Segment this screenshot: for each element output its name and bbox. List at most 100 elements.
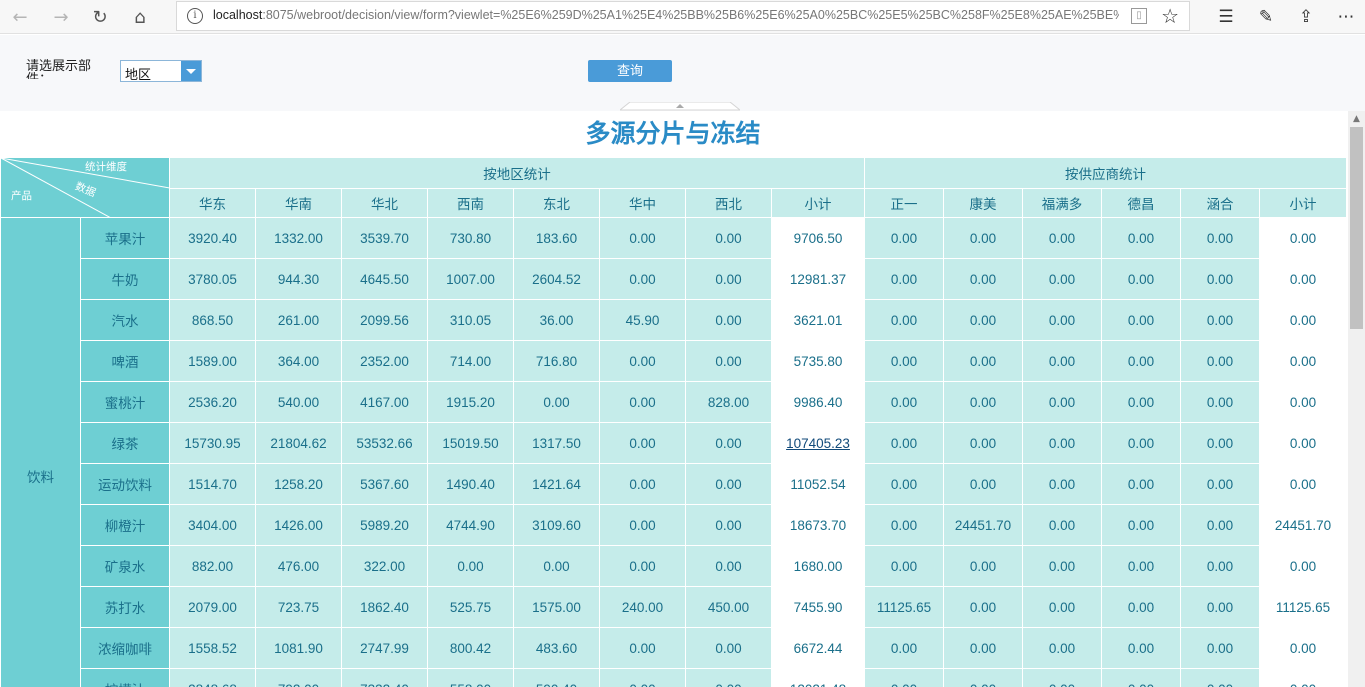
- region-subtotal-cell: 11052.54: [771, 463, 865, 505]
- supplier-value-cell: 0.00: [1101, 299, 1181, 341]
- supplier-subtotal-cell: 0.00: [1258, 422, 1346, 464]
- supplier-value-cell: 0.00: [943, 463, 1023, 505]
- region-value-cell: 0.00: [599, 381, 686, 423]
- supplier-value-cell: 0.00: [943, 545, 1023, 587]
- table-row: 啤酒 1589.00 364.00 2352.00 714.00 716.80 0.00 0.…: [1, 340, 1346, 382]
- home-icon[interactable]: ⌂: [126, 3, 154, 31]
- supplier-value-cell: 0.00: [864, 668, 944, 687]
- url-text[interactable]: localhost:8075/webroot/decision/view/for…: [213, 8, 1119, 22]
- pen-notes-icon[interactable]: ✎: [1252, 3, 1280, 31]
- region-value-cell: 1081.90: [255, 627, 342, 669]
- region-value-cell: 21804.62: [255, 422, 342, 464]
- region-value-cell: 0.00: [513, 545, 600, 587]
- region-subtotal-cell: 1680.00: [771, 545, 865, 587]
- region-value-cell: 2352.00: [341, 340, 428, 382]
- component-select[interactable]: 地区: [120, 60, 202, 82]
- region-value-cell: 45.90: [599, 299, 686, 341]
- region-value-cell: 716.80: [513, 340, 600, 382]
- region-value-cell: 3780.05: [169, 258, 256, 300]
- column-header-supplier: 涵合: [1180, 188, 1260, 218]
- address-bar[interactable]: i localhost:8075/webroot/decision/view/f…: [176, 1, 1190, 31]
- table-row: 蜜桃汁 2536.20 540.00 4167.00 1915.20 0.00 0.00 82…: [1, 381, 1346, 423]
- supplier-value-cell: 0.00: [864, 299, 944, 341]
- chevron-down-icon[interactable]: [181, 61, 201, 81]
- supplier-value-cell: 0.00: [1101, 340, 1181, 382]
- supplier-subtotal-cell: 0.00: [1258, 545, 1346, 587]
- supplier-value-cell: 0.00: [1180, 217, 1260, 259]
- corner-label-dimension: 统计维度: [85, 161, 127, 173]
- region-value-cell: 0.00: [685, 258, 772, 300]
- query-button[interactable]: 查询: [588, 60, 672, 82]
- vertical-scrollbar[interactable]: ▲: [1348, 111, 1365, 687]
- supplier-value-cell: 0.00: [864, 463, 944, 505]
- parameter-panel: 请选展示部件： 地区 查询: [0, 35, 1365, 111]
- region-value-cell: 1332.00: [255, 217, 342, 259]
- supplier-value-cell: 0.00: [1180, 545, 1260, 587]
- refresh-icon[interactable]: ↻: [86, 3, 114, 31]
- url-path: :8075/webroot/decision/view/form?viewlet…: [262, 8, 1119, 22]
- region-value-cell: 714.00: [427, 340, 514, 382]
- region-value-cell: 0.00: [599, 422, 686, 464]
- region-subtotal-cell: 9986.40: [771, 381, 865, 423]
- scroll-up-icon[interactable]: ▲: [1348, 111, 1365, 127]
- collapse-panel-icon[interactable]: [620, 102, 740, 111]
- supplier-value-cell: 0.00: [1180, 340, 1260, 382]
- region-value-cell: 0.00: [599, 258, 686, 300]
- supplier-value-cell: 0.00: [1101, 504, 1181, 546]
- region-value-cell: 5989.20: [341, 504, 428, 546]
- forward-icon[interactable]: →: [47, 3, 75, 31]
- favorites-list-icon[interactable]: ☰: [1212, 3, 1240, 31]
- supplier-value-cell: 0.00: [1101, 422, 1181, 464]
- region-value-cell: 0.00: [599, 217, 686, 259]
- supplier-value-cell: 0.00: [1180, 422, 1260, 464]
- supplier-value-cell: 0.00: [943, 422, 1023, 464]
- region-value-cell: 0.00: [685, 217, 772, 259]
- region-value-cell: 2079.00: [169, 586, 256, 628]
- product-name-cell: 柳橙汁: [80, 504, 170, 546]
- table-row: 苏打水 2079.00 723.75 1862.40 525.75 1575.00 240.…: [1, 586, 1346, 628]
- drill-link[interactable]: 107405.23: [786, 436, 850, 451]
- region-value-cell: 1862.40: [341, 586, 428, 628]
- region-subtotal-cell: 6672.44: [771, 627, 865, 669]
- supplier-value-cell: 0.00: [1101, 463, 1181, 505]
- region-subtotal-cell: 12981.37: [771, 258, 865, 300]
- column-header-region: 东北: [513, 188, 600, 218]
- region-value-cell: 1426.00: [255, 504, 342, 546]
- more-icon[interactable]: ⋯: [1332, 3, 1360, 31]
- supplier-value-cell: 0.00: [864, 217, 944, 259]
- supplier-value-cell: 0.00: [1022, 381, 1102, 423]
- region-value-cell: 4744.90: [427, 504, 514, 546]
- report-table: 统计维度 数据 产品 按地区统计 按供应商统计 华东 华南 华北 西南 东北 华中 西北 小计 正一 康美福…: [0, 157, 1346, 687]
- region-value-cell: 792.00: [255, 668, 342, 687]
- region-value-cell: 0.00: [599, 463, 686, 505]
- supplier-value-cell: 0.00: [1180, 299, 1260, 341]
- supplier-subtotal-cell: 0.00: [1258, 627, 1346, 669]
- site-info-icon[interactable]: i: [187, 8, 203, 24]
- region-value-cell: 483.60: [513, 627, 600, 669]
- group-header-supplier: 按供应商统计: [863, 157, 1346, 189]
- component-select-value: 地区: [125, 67, 152, 82]
- favorite-star-icon[interactable]: ☆: [1161, 4, 1179, 28]
- supplier-value-cell: 0.00: [1022, 422, 1102, 464]
- region-value-cell: 5367.60: [341, 463, 428, 505]
- region-value-cell: 322.00: [341, 545, 428, 587]
- region-value-cell: 240.00: [599, 586, 686, 628]
- back-icon[interactable]: ←: [6, 3, 34, 31]
- region-value-cell: 0.00: [685, 545, 772, 587]
- supplier-value-cell: 0.00: [1180, 627, 1260, 669]
- table-row: 牛奶 3780.05 944.30 4645.50 1007.00 2604.52 0.00…: [1, 258, 1346, 300]
- region-subtotal-cell[interactable]: 107405.23: [771, 422, 865, 464]
- region-value-cell: 1589.00: [169, 340, 256, 382]
- region-value-cell: 310.05: [427, 299, 514, 341]
- scrollbar-thumb[interactable]: [1350, 127, 1363, 329]
- corner-label-product: 产品: [11, 190, 32, 202]
- region-value-cell: 868.50: [169, 299, 256, 341]
- region-value-cell: 15019.50: [427, 422, 514, 464]
- reading-view-icon[interactable]: ▯: [1131, 8, 1147, 24]
- column-header-region: 西南: [427, 188, 514, 218]
- share-icon[interactable]: ⇪: [1292, 3, 1320, 31]
- column-header-region: 华南: [255, 188, 342, 218]
- region-value-cell: 1317.50: [513, 422, 600, 464]
- category-cell: 饮料: [0, 217, 81, 687]
- table-row: 绿茶 15730.95 21804.62 53532.66 15019.50 1317.5…: [1, 422, 1346, 464]
